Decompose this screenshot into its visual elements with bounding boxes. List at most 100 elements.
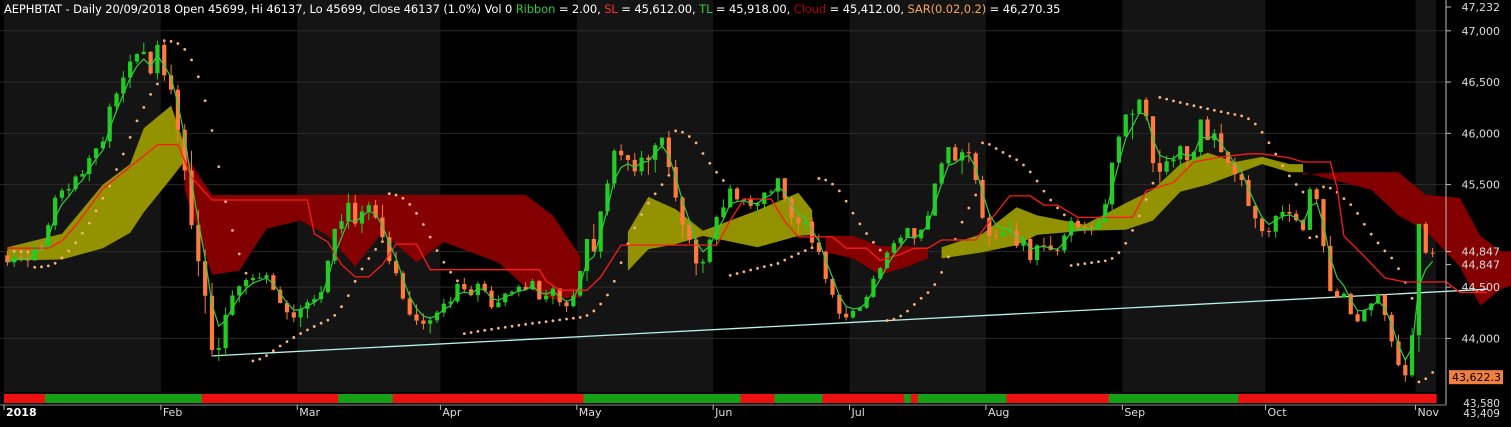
ribbon-segment bbox=[910, 394, 919, 403]
candle-up bbox=[544, 295, 549, 300]
candle-down bbox=[1355, 314, 1360, 322]
sar-dot bbox=[1322, 185, 1325, 189]
ribbon-segment bbox=[467, 394, 476, 403]
y-tick-label: 44,847 bbox=[1462, 246, 1501, 259]
sar-dot bbox=[1267, 141, 1271, 145]
ribbon-segment bbox=[808, 394, 817, 403]
y-top-label: 47,232 bbox=[1462, 1, 1501, 14]
ribbon-segment bbox=[529, 394, 537, 403]
ribbon-segment bbox=[481, 394, 489, 403]
sar-dot bbox=[565, 317, 568, 321]
ribbon-segment bbox=[379, 394, 387, 403]
sar-dot bbox=[824, 178, 828, 182]
sar-dot bbox=[19, 250, 23, 254]
ribbon-segment bbox=[556, 394, 564, 403]
sar-dot bbox=[456, 279, 459, 283]
ribbon-segment bbox=[297, 394, 305, 403]
ribbon-segment bbox=[188, 394, 196, 403]
ribbon-segment bbox=[229, 394, 237, 403]
sar-dot bbox=[183, 48, 187, 51]
sar-dot bbox=[1035, 179, 1039, 183]
sar-dot bbox=[53, 261, 57, 265]
ribbon-segment bbox=[174, 394, 182, 403]
ribbon-segment bbox=[658, 394, 667, 403]
candle-up bbox=[66, 188, 71, 191]
sar-dot bbox=[1369, 232, 1373, 236]
sar-dot bbox=[176, 42, 180, 45]
sar-dot bbox=[660, 183, 664, 187]
candle-down bbox=[1403, 365, 1408, 376]
candle-up bbox=[455, 283, 460, 302]
sar-dot bbox=[1083, 262, 1087, 265]
ribbon-segment bbox=[433, 394, 442, 403]
ribbon-segment bbox=[904, 394, 912, 403]
ribbon-segment bbox=[1367, 394, 1376, 403]
ribbon-segment bbox=[890, 394, 898, 403]
price-chart[interactable]: 47,000 46,500 46,000 45,500 44,847 44,500 44,0… bbox=[0, 0, 1511, 423]
sar-dot bbox=[128, 136, 132, 139]
sar-dot bbox=[1315, 235, 1319, 239]
sar-dot bbox=[190, 58, 193, 62]
candle-up bbox=[134, 54, 140, 62]
ribbon-segment bbox=[1183, 394, 1192, 403]
candle-up bbox=[250, 277, 256, 281]
ribbon-segment bbox=[460, 394, 469, 403]
sar-dot bbox=[933, 283, 937, 286]
sar-dot bbox=[278, 344, 282, 348]
sar-dot bbox=[1199, 105, 1203, 109]
ribbon-segment bbox=[1395, 394, 1403, 403]
ribbon-segment bbox=[883, 394, 892, 403]
sl-value: = 45,612.00, bbox=[617, 2, 700, 16]
sar-dot bbox=[1124, 241, 1128, 245]
sar-dot bbox=[1349, 203, 1353, 207]
sar-dot bbox=[790, 255, 793, 259]
ribbon-segment bbox=[795, 394, 803, 403]
chart-area[interactable]: 47,000 46,500 46,000 45,500 44,847 44,500 44,0… bbox=[0, 0, 1511, 423]
candle-up bbox=[346, 202, 351, 222]
sar-dot bbox=[1137, 214, 1141, 218]
ribbon-bar bbox=[4, 394, 1437, 403]
sar-dot bbox=[1308, 236, 1312, 240]
ribbon-segment bbox=[1204, 394, 1212, 403]
candle-up bbox=[237, 286, 242, 296]
ribbon-segment bbox=[1258, 394, 1267, 403]
ribbon-segment bbox=[1265, 394, 1273, 403]
sar-dot bbox=[1165, 97, 1169, 101]
candle-up bbox=[1171, 159, 1176, 162]
sar-dot bbox=[592, 309, 596, 313]
sar-dot bbox=[1178, 101, 1182, 104]
ribbon-segment bbox=[985, 394, 994, 403]
sar-dot bbox=[892, 317, 896, 321]
ribbon-segment bbox=[1381, 394, 1389, 403]
candle-down bbox=[966, 152, 972, 154]
x-month-label: Mar bbox=[299, 406, 320, 419]
sar-dot bbox=[878, 248, 882, 252]
sar-dot bbox=[346, 294, 350, 297]
x-month-label: Nov bbox=[1418, 406, 1440, 419]
sar-value: = 46,270.35 bbox=[986, 2, 1061, 16]
candle-down bbox=[953, 147, 958, 161]
ribbon-segment bbox=[747, 394, 755, 403]
ribbon-segment bbox=[1020, 394, 1028, 403]
ribbon-segment bbox=[406, 394, 414, 403]
sar-dot bbox=[258, 357, 262, 361]
ribbon-segment bbox=[310, 394, 319, 403]
sar-dot bbox=[1151, 181, 1155, 185]
ribbon-segment bbox=[1429, 394, 1437, 403]
sar-dot bbox=[121, 152, 125, 156]
candle-up bbox=[80, 174, 85, 177]
ribbon-segment bbox=[372, 394, 380, 403]
sar-dot bbox=[496, 326, 500, 330]
sar-dot bbox=[899, 314, 903, 318]
sar-dot bbox=[681, 130, 684, 134]
ribbon-segment bbox=[774, 394, 782, 403]
ribbon-segment bbox=[317, 394, 326, 403]
candle-up bbox=[850, 310, 856, 318]
candle-up bbox=[946, 147, 951, 164]
ribbon-segment bbox=[160, 394, 169, 403]
sar-dot bbox=[653, 192, 657, 196]
sar-dot bbox=[1226, 111, 1230, 115]
ribbon-segment bbox=[208, 394, 216, 403]
candle-down bbox=[591, 238, 596, 252]
candle-up bbox=[496, 302, 501, 308]
